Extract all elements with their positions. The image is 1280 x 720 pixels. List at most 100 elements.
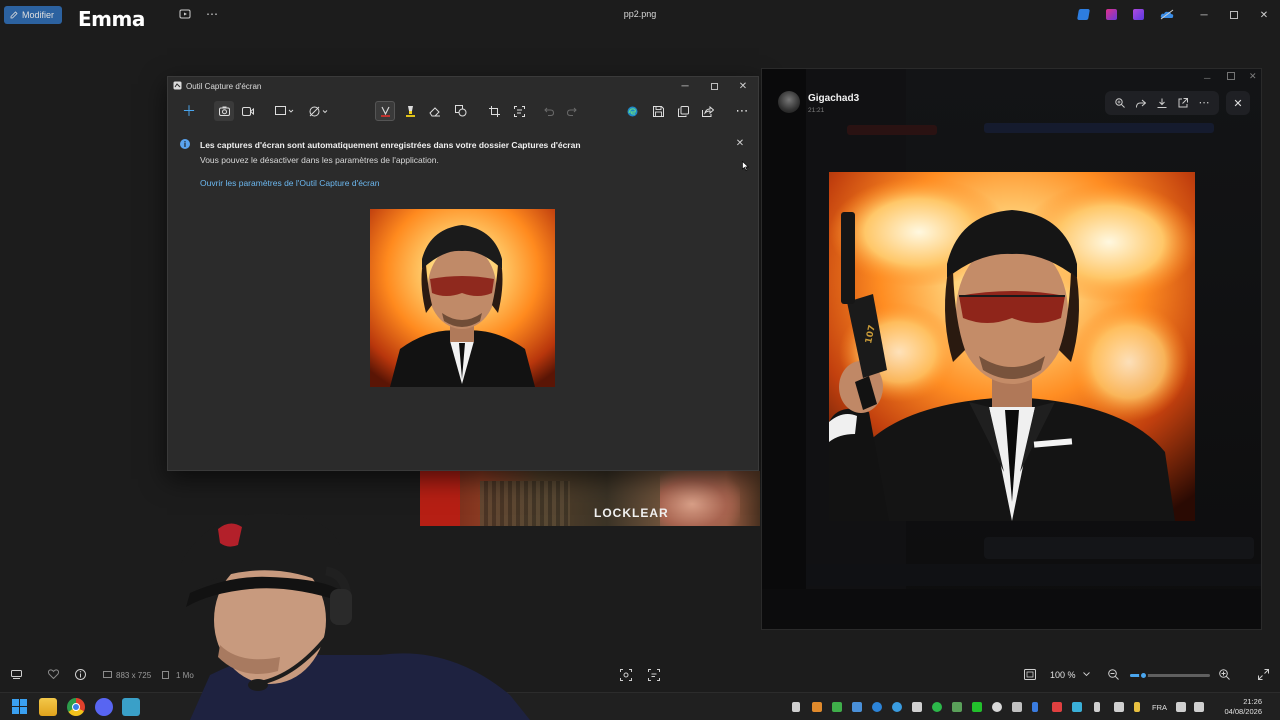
delay-dropdown[interactable] xyxy=(306,101,332,121)
notice-close-button[interactable]: ✕ xyxy=(734,137,746,149)
copy-icon xyxy=(677,105,689,117)
screenshot-mode-button[interactable] xyxy=(214,101,234,121)
clock-date[interactable]: 04/08/2026 xyxy=(1212,707,1262,716)
dimmed-user-bar xyxy=(762,589,1261,629)
download-icon[interactable] xyxy=(1157,98,1167,108)
more-options-button[interactable]: ⋯ xyxy=(732,101,752,121)
tray-app-icon-13[interactable] xyxy=(1114,702,1124,712)
redo-icon xyxy=(567,107,577,116)
open-settings-link[interactable]: Ouvrir les paramètres de l'Outil Capture… xyxy=(200,178,379,188)
zoom-in-icon[interactable] xyxy=(1219,669,1230,680)
onedrive-icon[interactable] xyxy=(1160,9,1174,20)
edit-in-edge-button[interactable] xyxy=(622,101,642,121)
usb-icon[interactable] xyxy=(1094,702,1100,712)
tray-app-icon-12[interactable] xyxy=(1072,702,1082,712)
new-snip-button[interactable]: ＋ xyxy=(179,101,199,121)
info-icon[interactable] xyxy=(75,669,86,680)
snipping-tool-title-bar: Outil Capture d'écran ─ ✕ xyxy=(168,77,758,95)
edit-button[interactable]: Modifier xyxy=(4,6,63,24)
more-icon[interactable]: ⋯ xyxy=(1199,98,1210,109)
discord-icon[interactable] xyxy=(95,698,113,716)
wifi-icon[interactable] xyxy=(1176,702,1186,712)
snip-maximize-button[interactable] xyxy=(706,78,722,94)
eraser-button[interactable] xyxy=(425,101,445,121)
share-button[interactable] xyxy=(698,101,718,121)
image-viewer-close-button[interactable]: ✕ xyxy=(1226,91,1250,115)
favorite-icon[interactable] xyxy=(48,669,59,679)
avatar[interactable] xyxy=(778,91,800,113)
notice-title: Les captures d'écran sont automatiquemen… xyxy=(200,140,581,150)
discord-maximize-button[interactable] xyxy=(1227,72,1235,80)
ai-select-icon[interactable] xyxy=(620,669,632,681)
snipping-tool-toolbar: ＋ ⋯ xyxy=(168,97,758,125)
copy-button[interactable] xyxy=(673,101,693,121)
volume-icon[interactable] xyxy=(1194,702,1204,712)
clock-time[interactable]: 21:26 xyxy=(1222,697,1262,706)
discord-minimize-button[interactable]: ─ xyxy=(1204,73,1210,83)
zoom-out-icon[interactable] xyxy=(1108,669,1119,680)
shapes-icon xyxy=(455,105,467,117)
share-icon xyxy=(702,105,714,117)
microphone-icon[interactable] xyxy=(1134,702,1140,712)
viewer-maximize-button[interactable] xyxy=(1226,7,1242,23)
zoom-level[interactable]: 100 % xyxy=(1050,670,1076,680)
tray-app-icon-3[interactable] xyxy=(852,702,862,712)
rectangle-mode-icon xyxy=(275,106,294,115)
file-explorer-icon[interactable] xyxy=(39,698,57,716)
enlarged-image[interactable]: 107 xyxy=(829,172,1195,521)
crop-button[interactable] xyxy=(484,101,504,121)
tray-app-icon-1[interactable] xyxy=(812,702,822,712)
fit-to-window-icon[interactable] xyxy=(1024,669,1036,680)
zoom-dropdown-chevron-icon[interactable] xyxy=(1083,672,1090,677)
input-language[interactable]: FRA xyxy=(1152,703,1167,712)
pen-tool-button[interactable] xyxy=(375,101,395,121)
fullscreen-icon[interactable] xyxy=(1258,669,1269,680)
highlighter-button[interactable] xyxy=(400,101,420,121)
tray-capcut-icon[interactable] xyxy=(792,702,800,712)
more-icon[interactable]: ⋯ xyxy=(206,7,218,21)
edit-icon xyxy=(10,11,18,19)
author-name[interactable]: Gigachad3 xyxy=(808,93,859,104)
app-icon[interactable] xyxy=(122,698,140,716)
tray-app-icon-10[interactable] xyxy=(992,702,1002,712)
app-tray-icon-3[interactable] xyxy=(1133,9,1144,20)
tray-app-icon-11[interactable] xyxy=(1052,702,1062,712)
snip-minimize-button[interactable]: ─ xyxy=(677,78,693,94)
snip-close-button[interactable]: ✕ xyxy=(735,78,751,94)
video-mode-button[interactable] xyxy=(238,101,258,121)
zoom-icon[interactable] xyxy=(1114,98,1125,108)
tray-steam-icon[interactable] xyxy=(1012,702,1022,712)
dimmed-tag xyxy=(847,125,937,135)
text-recognition-icon[interactable] xyxy=(648,669,660,681)
text-actions-button[interactable] xyxy=(509,101,529,121)
discord-close-button[interactable]: ✕ xyxy=(1249,71,1257,82)
zoom-slider[interactable] xyxy=(1130,671,1210,680)
undo-button[interactable] xyxy=(539,101,559,121)
viewer-minimize-button[interactable]: ─ xyxy=(1196,7,1212,23)
tray-app-icon-2[interactable] xyxy=(832,702,842,712)
edit-button-label: Modifier xyxy=(22,10,55,20)
chrome-icon[interactable] xyxy=(67,698,85,716)
zoom-slider-thumb[interactable] xyxy=(1138,671,1148,680)
app-tray-icon-1[interactable] xyxy=(1077,9,1090,20)
snip-shape-dropdown[interactable] xyxy=(272,101,298,121)
forward-icon[interactable] xyxy=(1135,99,1146,108)
tray-app-icon-7[interactable] xyxy=(932,702,942,712)
redo-button[interactable] xyxy=(562,101,582,121)
app-tray-icon-2[interactable] xyxy=(1106,9,1117,20)
windows-start-icon[interactable] xyxy=(12,699,27,714)
save-button[interactable] xyxy=(648,101,668,121)
viewer-close-button[interactable]: ✕ xyxy=(1256,7,1272,23)
filmstrip-icon[interactable] xyxy=(11,670,22,679)
edge-icon xyxy=(627,106,637,116)
open-external-icon[interactable] xyxy=(1178,98,1188,108)
tray-app-icon-4[interactable] xyxy=(872,702,882,712)
shapes-button[interactable] xyxy=(451,101,471,121)
tray-app-icon-5[interactable] xyxy=(892,702,902,712)
tray-app-icon-6[interactable] xyxy=(912,702,922,712)
slideshow-icon[interactable] xyxy=(179,8,191,20)
tray-app-icon-8[interactable] xyxy=(952,702,962,712)
tray-app-icon-9[interactable] xyxy=(972,702,982,712)
bluetooth-icon[interactable] xyxy=(1032,702,1038,712)
emma-logo: Emma xyxy=(78,7,145,31)
